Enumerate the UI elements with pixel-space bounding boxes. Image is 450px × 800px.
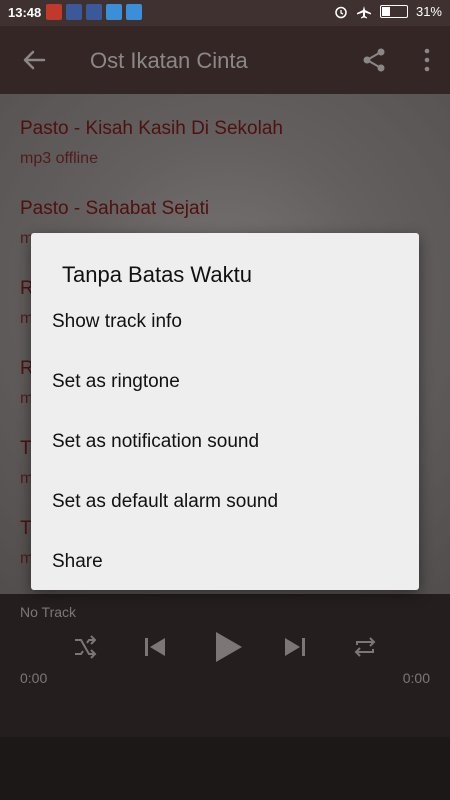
notification-icons xyxy=(46,4,142,20)
facebook-icon xyxy=(66,4,82,20)
show-track-info-option[interactable]: Show track info xyxy=(52,311,182,333)
set-notification-sound-option[interactable]: Set as notification sound xyxy=(52,431,259,453)
share-option[interactable]: Share xyxy=(52,551,103,573)
status-bar: 13:48 31% xyxy=(0,0,450,26)
track-options-dialog: Tanpa Batas Waktu Show track info Set as… xyxy=(31,233,419,590)
set-alarm-sound-option[interactable]: Set as default alarm sound xyxy=(52,491,278,513)
battery-icon xyxy=(379,5,408,18)
app-notification-icon xyxy=(46,4,62,20)
alarm-icon xyxy=(335,6,347,18)
messenger-icon xyxy=(106,4,122,20)
battery-percent: 31% xyxy=(415,4,442,19)
messenger-icon xyxy=(126,4,142,20)
status-time: 13:48 xyxy=(8,5,42,20)
dialog-title: Tanpa Batas Waktu xyxy=(62,262,252,287)
set-ringtone-option[interactable]: Set as ringtone xyxy=(52,371,180,393)
airplane-icon xyxy=(356,5,371,18)
facebook-icon xyxy=(86,4,102,20)
status-indicators: 31% xyxy=(334,4,442,19)
